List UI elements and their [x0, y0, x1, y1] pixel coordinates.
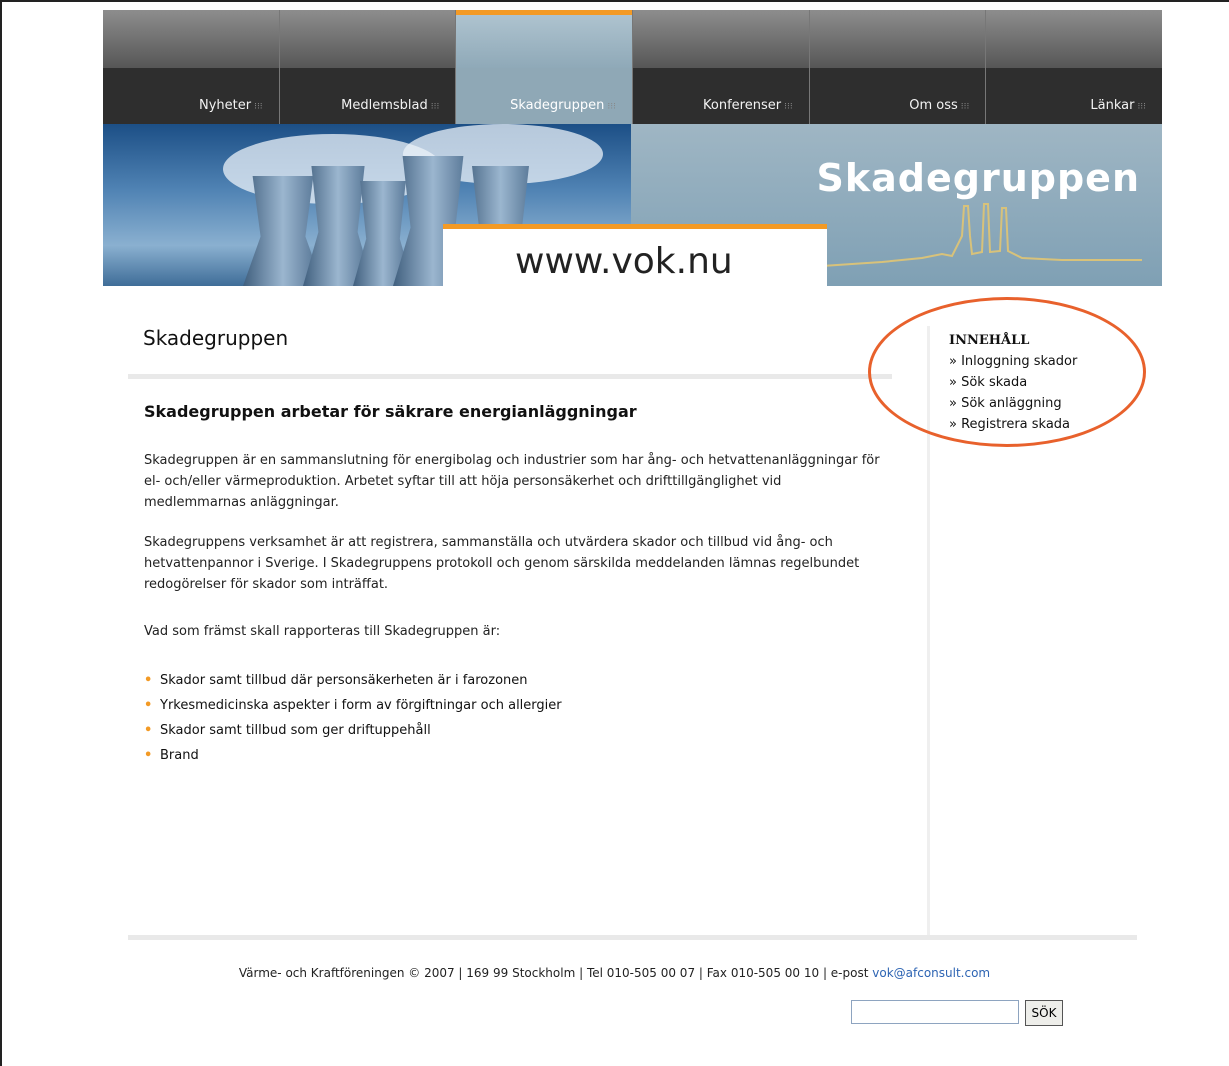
nav-separator-icon: ⁝⁝⁝	[784, 102, 793, 112]
footer-email-link[interactable]: vok@afconsult.com	[872, 966, 990, 980]
site-url: www.vok.nu	[515, 241, 733, 282]
nav-separator-icon: ⁝⁝⁝	[1137, 102, 1147, 112]
bullet-icon: •	[144, 698, 153, 713]
content-heading: Skadegruppen arbetar för säkrare energia…	[144, 402, 637, 421]
nav-separator-icon: ⁝⁝⁝	[430, 102, 440, 112]
nav-tab-label: Medlemsblad	[341, 98, 428, 113]
footer-info: Värme- och Kraftföreningen © 2007 | 169 …	[0, 966, 1229, 980]
report-list: • Skador samt tillbud där personsäkerhete…	[144, 670, 562, 770]
intro-paragraph: Skadegruppen är en sammanslutning för en…	[144, 453, 880, 510]
sidebar-link-sok-skada[interactable]: » Sök skada	[949, 372, 1077, 393]
sidebar-link-registrera[interactable]: » Registrera skada	[949, 414, 1077, 435]
url-box: www.vok.nu	[443, 224, 827, 286]
nav-tab-label: Nyheter	[198, 98, 252, 113]
main-nav: Nyheter ⁝⁝⁝ Medlemsblad ⁝⁝⁝ Skadegruppen ⁝⁝…	[103, 10, 1163, 124]
sidebar-link-sok-anlaggning[interactable]: » Sök anläggning	[949, 393, 1077, 414]
nav-tab-label: Skadegruppen	[510, 98, 605, 113]
nav-tab-konferenser[interactable]: Konferenser ⁝⁝⁝	[633, 10, 810, 124]
nav-tab-nyheter[interactable]: Nyheter ⁝⁝⁝	[103, 10, 280, 124]
nav-tab-skadegruppen[interactable]: Skadegruppen ⁝⁝⁝	[456, 10, 634, 124]
bullet-icon: •	[144, 748, 153, 763]
nav-tab-label: Länkar	[1090, 98, 1135, 113]
list-item: • Skador samt tillbud där personsäkerhete…	[144, 670, 562, 695]
bullet-icon: •	[144, 723, 153, 738]
list-item: • Yrkesmedicinska aspekter i form av förg…	[144, 695, 562, 720]
activity-paragraph: Skadegruppens verksamhet är att registre…	[144, 535, 860, 592]
nav-separator-icon: ⁝⁝⁝	[607, 102, 617, 112]
list-item: • Skador samt tillbud som ger driftuppehå…	[144, 720, 562, 745]
list-item: • Brand	[144, 745, 562, 770]
list-item-text: Yrkesmedicinska aspekter i form av förgi…	[160, 698, 562, 713]
divider	[128, 374, 892, 379]
report-intro: Vad som främst skall rapporteras till Sk…	[144, 624, 501, 639]
list-item-text: Skador samt tillbud där personsäkerheten…	[160, 673, 528, 688]
nav-tab-label: Om oss	[909, 98, 958, 113]
page-title: Skadegruppen	[143, 326, 289, 350]
search-input[interactable]	[851, 1000, 1019, 1024]
nav-tab-lankar[interactable]: Länkar ⁝⁝⁝	[986, 10, 1163, 124]
power-plant-line-icon	[822, 203, 1142, 267]
banner-title: Skadegruppen	[816, 156, 1140, 200]
footer-contact: Värme- och Kraftföreningen © 2007 | 169 …	[238, 966, 873, 980]
footer-divider	[128, 935, 1137, 940]
nav-separator-icon: ⁝⁝⁝	[960, 102, 970, 112]
sidebar-heading: INNEHÅLL	[949, 333, 1030, 348]
nav-tab-medlemsblad[interactable]: Medlemsblad ⁝⁝⁝	[279, 10, 457, 124]
search-button[interactable]: SÖK	[1025, 1000, 1063, 1026]
nav-tab-label: Konferenser	[703, 98, 782, 113]
nav-separator-icon: ⁝⁝⁝	[254, 102, 263, 112]
sidebar-link-inloggning[interactable]: » Inloggning skador	[949, 351, 1077, 372]
sidebar-menu: INNEHÅLL » Inloggning skador » Sök skada…	[949, 330, 1077, 435]
list-item-text: Skador samt tillbud som ger driftuppehål…	[160, 723, 431, 738]
nav-tab-om-oss[interactable]: Om oss ⁝⁝⁝	[809, 10, 987, 124]
bullet-icon: •	[144, 673, 153, 688]
header-banner: Skadegruppen www.vok.nu	[103, 124, 1162, 286]
list-item-text: Brand	[160, 748, 199, 763]
